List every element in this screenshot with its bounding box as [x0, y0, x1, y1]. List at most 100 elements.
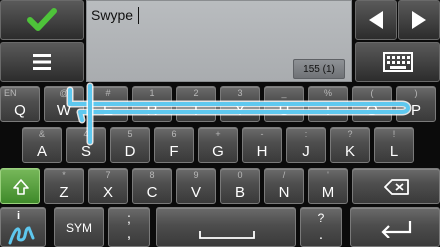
- key-secondary-label: ): [414, 88, 418, 98]
- key-label: W: [56, 102, 72, 119]
- key-label: F: [169, 143, 179, 160]
- key-secondary-label: _: [281, 88, 287, 98]
- key-secondary-label: 0: [237, 170, 243, 180]
- shift-icon: [13, 179, 29, 195]
- key-f[interactable]: 6F: [154, 127, 194, 163]
- key-secondary-label: 2: [193, 88, 199, 98]
- key-label: L: [389, 143, 399, 160]
- key-l[interactable]: ! L: [374, 127, 414, 163]
- key-label: V: [190, 184, 201, 201]
- key-label: Z: [59, 184, 69, 201]
- key-j[interactable]: :J: [286, 127, 326, 163]
- key-label: I: [325, 102, 331, 119]
- key-c[interactable]: 8C: [132, 168, 172, 204]
- key-label: T: [191, 102, 201, 119]
- key-b[interactable]: 0B: [220, 168, 260, 204]
- keyboard-icon: [382, 52, 413, 72]
- key-h[interactable]: -H: [242, 127, 282, 163]
- key-o[interactable]: (O: [352, 86, 392, 122]
- key-n[interactable]: / N: [264, 168, 304, 204]
- key-g[interactable]: + G: [198, 127, 238, 163]
- key-label: M: [321, 184, 335, 201]
- key-secondary-label: 5: [127, 129, 133, 139]
- key-label: J: [302, 143, 310, 160]
- key-label: E: [102, 102, 113, 119]
- period-label: .: [318, 226, 324, 243]
- typed-text: Swype: [91, 7, 134, 23]
- text-input-area[interactable]: Swype 155 (1): [86, 0, 352, 82]
- key-a[interactable]: & A: [22, 127, 62, 163]
- key-label: X: [102, 184, 113, 201]
- key-d[interactable]: 5D: [110, 127, 150, 163]
- cursor-right-button[interactable]: [398, 0, 440, 40]
- space-icon: [199, 231, 255, 239]
- key-label: D: [124, 143, 136, 160]
- key-label: N: [278, 184, 290, 201]
- enter-key[interactable]: [350, 207, 440, 247]
- sym-key[interactable]: SYM: [54, 207, 104, 247]
- key-secondary-label: -: [260, 129, 264, 139]
- key-k[interactable]: ? K: [330, 127, 370, 163]
- swype-info-key[interactable]: i: [0, 207, 46, 247]
- key-label: K: [344, 143, 355, 160]
- accept-button[interactable]: [0, 0, 84, 40]
- key-secondary-label: +: [215, 129, 221, 139]
- key-t[interactable]: 2T: [176, 86, 216, 122]
- key-z[interactable]: * Z: [44, 168, 84, 204]
- key-s[interactable]: 4S: [66, 127, 106, 163]
- key-secondary-label: #: [105, 88, 111, 98]
- key-label: A: [36, 143, 47, 160]
- swype-logo-icon: [8, 226, 35, 245]
- key-label: G: [212, 143, 224, 160]
- backspace-key[interactable]: [352, 168, 440, 204]
- key-label: U: [278, 102, 290, 119]
- period-alt-label: ?: [317, 211, 325, 225]
- key-secondary-label: /: [282, 170, 286, 180]
- key-secondary-label: *: [62, 170, 66, 180]
- space-key[interactable]: [156, 207, 296, 247]
- key-r[interactable]: 1R: [132, 86, 172, 122]
- character-counter: 155 (1): [293, 59, 345, 79]
- period-key[interactable]: ? .: [300, 207, 342, 247]
- key-secondary-label: &: [38, 129, 45, 139]
- key-secondary-label: ': [327, 170, 329, 180]
- key-v[interactable]: 9V: [176, 168, 216, 204]
- key-i[interactable]: % I: [308, 86, 348, 122]
- key-label: C: [146, 184, 158, 201]
- text-caret: [138, 7, 139, 24]
- key-secondary-label: !: [392, 129, 396, 139]
- key-label: H: [256, 143, 268, 160]
- key-u[interactable]: _ U: [264, 86, 304, 122]
- key-secondary-label: @: [59, 88, 69, 98]
- key-secondary-label: (: [370, 88, 374, 98]
- key-label: Y: [234, 102, 245, 119]
- backspace-icon: [384, 179, 409, 195]
- key-x[interactable]: 7X: [88, 168, 128, 204]
- key-e[interactable]: # E: [88, 86, 128, 122]
- key-label: P: [410, 102, 421, 119]
- comma-key[interactable]: ; ,: [108, 207, 150, 247]
- key-w[interactable]: @ W: [44, 86, 84, 122]
- key-secondary-label: EN: [4, 88, 17, 98]
- menu-button[interactable]: [0, 42, 84, 82]
- keyboard-layout-button[interactable]: [355, 42, 440, 82]
- key-secondary-label: 8: [149, 170, 155, 180]
- key-label: R: [146, 102, 158, 119]
- sym-label: SYM: [65, 221, 92, 235]
- key-secondary-label: 3: [237, 88, 243, 98]
- checkmark-icon: [27, 8, 57, 31]
- key-label: B: [234, 184, 245, 201]
- key-p[interactable]: ) P: [396, 86, 436, 122]
- arrow-left-icon: [369, 11, 383, 29]
- key-secondary-label: %: [323, 88, 332, 98]
- key-secondary-label: 7: [105, 170, 111, 180]
- comma-label: ,: [126, 225, 132, 242]
- key-q[interactable]: EN Q: [0, 86, 40, 122]
- key-m[interactable]: ' M: [308, 168, 348, 204]
- cursor-left-button[interactable]: [355, 0, 397, 40]
- key-secondary-label: 4: [83, 129, 89, 139]
- shift-key[interactable]: [0, 168, 40, 204]
- menu-icon: [33, 54, 51, 70]
- key-y[interactable]: 3Y: [220, 86, 260, 122]
- key-label: O: [366, 102, 378, 119]
